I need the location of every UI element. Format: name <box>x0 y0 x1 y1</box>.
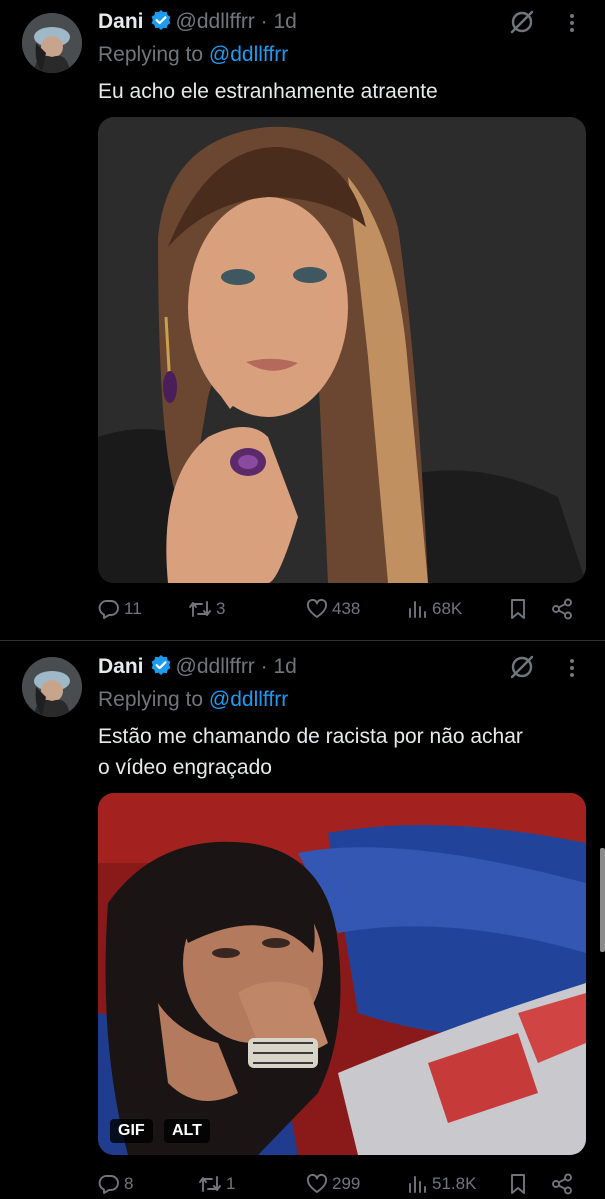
replying-to: Replying to @ddllffrr <box>98 43 289 66</box>
more-icon[interactable] <box>565 657 579 684</box>
retweet-count: 1 <box>226 1174 236 1193</box>
display-name[interactable]: Dani <box>98 655 144 678</box>
reply-icon <box>98 600 119 619</box>
verified-badge-icon <box>150 9 172 38</box>
scrollbar[interactable] <box>600 848 605 952</box>
views-icon <box>409 601 426 618</box>
avatar[interactable] <box>22 657 82 717</box>
like-button[interactable]: 438 <box>306 598 360 620</box>
user-handle[interactable]: @ddllffrr <box>176 10 255 33</box>
timestamp[interactable]: · 1d <box>261 10 297 33</box>
reply-button[interactable]: 11 <box>98 598 142 620</box>
avatar[interactable] <box>22 13 82 73</box>
views-count: 51.8K <box>432 1174 477 1193</box>
tweet-text: Eu acho ele estranhamente atraente <box>98 80 438 103</box>
verified-badge-icon <box>150 654 172 683</box>
bookmark-icon[interactable] <box>508 598 528 620</box>
share-icon[interactable] <box>550 598 574 620</box>
bookmark-icon[interactable] <box>508 1173 528 1195</box>
tweet-header: Dani @ddllffrr · 1d <box>98 9 297 38</box>
tweet-text-line: o vídeo engraçado <box>98 756 272 779</box>
user-handle[interactable]: @ddllffrr <box>176 655 255 678</box>
views-button[interactable]: 68K <box>406 598 462 620</box>
retweet-icon <box>199 1176 221 1192</box>
gif-badge[interactable]: GIF <box>110 1119 153 1143</box>
reply-icon <box>98 1175 119 1194</box>
tweet-gif[interactable]: GIF ALT <box>98 793 586 1155</box>
retweet-icon <box>189 601 211 617</box>
replying-to-mention[interactable]: @ddllffrr <box>209 688 288 711</box>
like-icon <box>306 1173 328 1193</box>
retweet-button[interactable]: 1 <box>198 1173 235 1195</box>
like-button[interactable]: 299 <box>306 1173 360 1195</box>
views-icon <box>409 1176 426 1193</box>
tweet-text: Estão me chamando de racista por não ach… <box>98 721 588 783</box>
tweet-header: Dani @ddllffrr · 1d <box>98 654 297 683</box>
like-icon <box>306 598 328 618</box>
tweet-1[interactable]: Dani @ddllffrr · 1d Replying to @ddllffrr… <box>0 0 605 640</box>
tweet-image[interactable] <box>98 117 586 583</box>
tweet-actions: 11 3 438 68K <box>98 598 578 624</box>
tweet-actions: 8 1 299 51.8K <box>98 1173 578 1199</box>
reply-button[interactable]: 8 <box>98 1173 133 1195</box>
replying-to: Replying to @ddllffrr <box>98 688 289 711</box>
like-count: 438 <box>332 599 361 618</box>
retweet-button[interactable]: 3 <box>188 598 225 620</box>
views-count: 68K <box>432 599 463 618</box>
display-name[interactable]: Dani <box>98 10 144 33</box>
reply-count: 8 <box>124 1174 134 1193</box>
views-button[interactable]: 51.8K <box>406 1173 476 1195</box>
retweet-count: 3 <box>216 599 226 618</box>
timestamp[interactable]: · 1d <box>261 655 297 678</box>
tweet-2[interactable]: Dani @ddllffrr · 1d Replying to @ddllffrr… <box>0 641 605 1199</box>
tweet-text-line: Estão me chamando de racista por não ach… <box>98 725 523 748</box>
like-count: 299 <box>332 1174 361 1193</box>
more-icon[interactable] <box>565 12 579 39</box>
share-icon[interactable] <box>550 1173 574 1195</box>
replying-to-mention[interactable]: @ddllffrr <box>209 43 288 66</box>
alt-badge[interactable]: ALT <box>164 1119 210 1143</box>
reply-count: 11 <box>124 599 142 618</box>
grok-icon[interactable] <box>508 8 536 41</box>
grok-icon[interactable] <box>508 653 536 686</box>
